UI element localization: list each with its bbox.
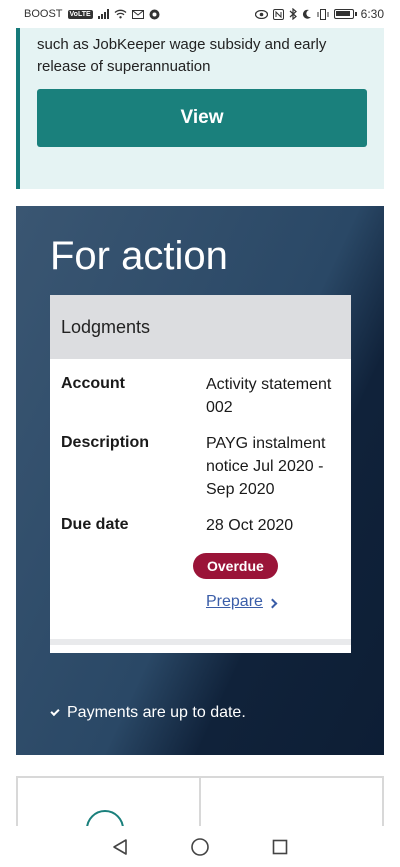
description-value: PAYG instalment notice Jul 2020 - Sep 20… [206, 435, 326, 498]
account-label: Account [61, 375, 125, 392]
system-nav-bar [0, 826, 400, 867]
payments-status-text: Payments are up to date. [67, 704, 246, 721]
volte-icon: VoLTE [67, 9, 93, 19]
due-date-label: Due date [61, 516, 129, 533]
eye-icon [254, 9, 268, 19]
prepare-link[interactable]: Prepare [206, 593, 278, 611]
signal-icon [97, 9, 109, 19]
for-action-title: For action [50, 234, 228, 278]
chevron-right-icon [267, 598, 278, 609]
wifi-icon [114, 9, 127, 19]
description-label: Description [61, 434, 150, 451]
card-divider [50, 639, 351, 645]
bluetooth-icon [289, 8, 297, 20]
info-card-text: such as JobKeeper wage subsidy and early… [37, 36, 327, 75]
mail-icon [131, 9, 144, 19]
back-icon[interactable] [108, 835, 132, 859]
app-notification-icon [149, 9, 160, 19]
recent-apps-icon[interactable] [268, 835, 292, 859]
due-date-value: 28 Oct 2020 [206, 517, 294, 534]
for-action-panel: For action Lodgments Account Activity st… [16, 206, 384, 755]
moon-icon [302, 9, 311, 19]
home-icon[interactable] [188, 835, 212, 859]
carrier-label: BOOST [24, 8, 63, 20]
prepare-link-label: Prepare [206, 593, 263, 610]
battery-icon [333, 9, 357, 19]
clock-time: 6:30 [360, 7, 384, 21]
view-button[interactable]: View [37, 89, 367, 147]
overdue-status-badge: Overdue [193, 553, 278, 579]
vibrate-icon [317, 8, 329, 20]
account-value: Activity statement 002 [206, 376, 332, 416]
check-icon [50, 706, 60, 717]
info-card: such as JobKeeper wage subsidy and early… [16, 28, 384, 189]
status-bar: BOOST VoLTE 6:30 [0, 0, 400, 28]
lodgments-card-header: Lodgments [50, 295, 351, 359]
nfc-icon [272, 8, 284, 20]
payments-status: Payments are up to date. [50, 704, 246, 722]
lodgments-card: Lodgments Account Activity statement 002… [50, 295, 351, 653]
